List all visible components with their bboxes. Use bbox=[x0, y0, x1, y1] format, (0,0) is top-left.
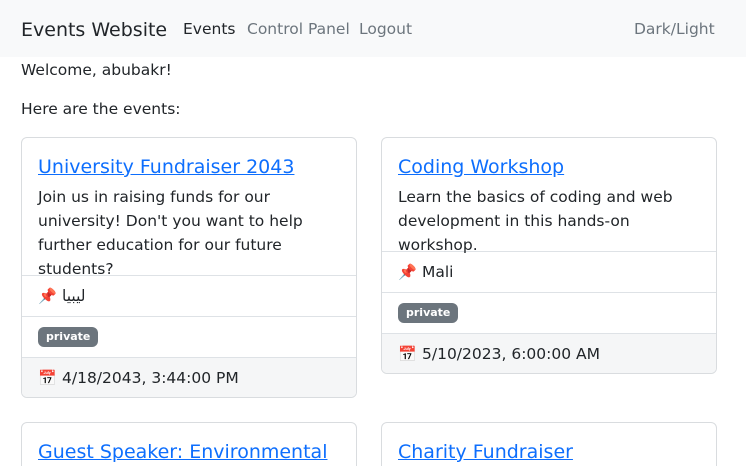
nav-link-events[interactable]: Events bbox=[183, 19, 235, 39]
event-title-link[interactable]: Guest Speaker: Environmental bbox=[38, 440, 327, 464]
event-date: 📅 5/10/2023, 6:00:00 AM bbox=[382, 333, 716, 373]
event-location: 📌 ليبيا bbox=[22, 275, 356, 316]
card-body: Guest Speaker: Environmental bbox=[22, 423, 356, 466]
card-body: Charity Fundraiser bbox=[382, 423, 716, 466]
navbar: Events Website Events Control Panel Logo… bbox=[0, 0, 746, 57]
pushpin-icon: 📌 bbox=[398, 263, 417, 281]
calendar-icon: 📅 bbox=[398, 345, 417, 363]
event-card: University Fundraiser 2043 Join us in ra… bbox=[21, 137, 357, 398]
intro-text: Here are the events: bbox=[21, 100, 181, 118]
nav-link-logout[interactable]: Logout bbox=[359, 19, 412, 39]
event-title-link[interactable]: Charity Fundraiser bbox=[398, 440, 573, 464]
event-title-link[interactable]: University Fundraiser 2043 bbox=[38, 155, 294, 179]
event-location-text: ليبيا bbox=[62, 287, 86, 305]
pushpin-icon: 📌 bbox=[38, 287, 57, 305]
nav-link-control-panel[interactable]: Control Panel bbox=[247, 19, 350, 39]
event-location-text: Mali bbox=[422, 263, 454, 281]
event-description: Join us in raising funds for our univers… bbox=[38, 188, 303, 278]
event-title-link[interactable]: Coding Workshop bbox=[398, 155, 564, 179]
brand[interactable]: Events Website bbox=[21, 18, 167, 42]
card-body: Coding Workshop Learn the basics of codi… bbox=[382, 138, 716, 254]
welcome-text: Welcome, abubakr! bbox=[21, 61, 172, 79]
event-date: 📅 4/18/2043, 3:44:00 PM bbox=[22, 357, 356, 397]
card-body: University Fundraiser 2043 Join us in ra… bbox=[22, 138, 356, 278]
event-card: Guest Speaker: Environmental bbox=[21, 422, 357, 466]
status-badge: private bbox=[38, 327, 99, 347]
event-date-text: 4/18/2043, 3:44:00 PM bbox=[62, 369, 239, 387]
status-badge: private bbox=[398, 303, 459, 323]
event-visibility: private bbox=[382, 292, 716, 333]
event-date-text: 5/10/2023, 6:00:00 AM bbox=[422, 345, 600, 363]
event-location: 📌 Mali bbox=[382, 251, 716, 292]
theme-toggle[interactable]: Dark/Light bbox=[634, 19, 715, 39]
event-card: Coding Workshop Learn the basics of codi… bbox=[381, 137, 717, 374]
event-visibility: private bbox=[22, 316, 356, 357]
calendar-icon: 📅 bbox=[38, 369, 57, 387]
event-description: Learn the basics of coding and web devel… bbox=[398, 188, 673, 254]
event-card: Charity Fundraiser bbox=[381, 422, 717, 466]
